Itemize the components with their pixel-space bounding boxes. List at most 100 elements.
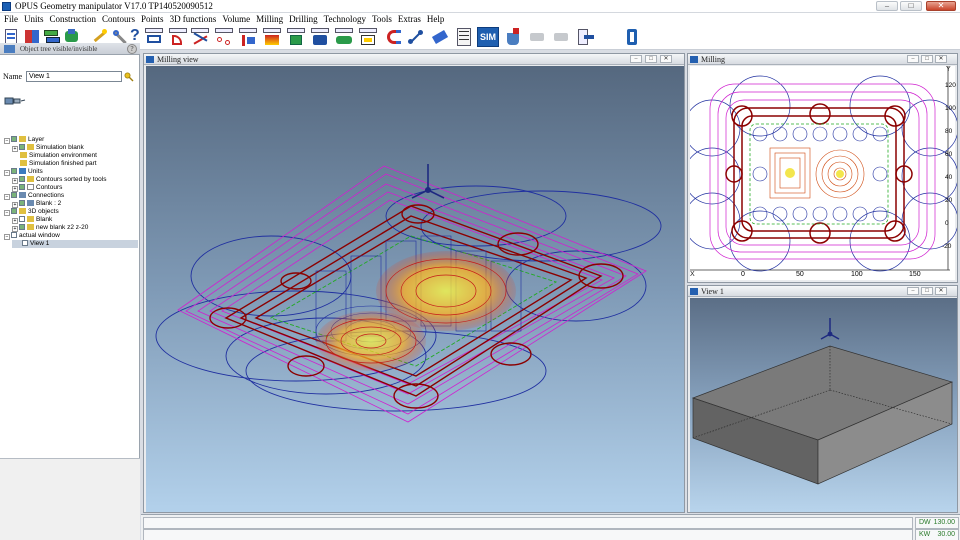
milling-view-window: Milling view – □ ✕	[143, 53, 685, 513]
tree-node-contours[interactable]: + Contours	[12, 184, 62, 192]
drilling-pattern-icon[interactable]	[358, 27, 378, 47]
status-kw-label: KW	[919, 531, 931, 538]
milling-view-maximize-button[interactable]: □	[645, 55, 657, 63]
object-tree: − Layer + Simulation blank Simulation envi…	[0, 136, 140, 506]
milling-view-titlebar: Milling view – □ ✕	[144, 54, 684, 65]
toolbar: ? SIM	[0, 25, 960, 50]
milling-view-minimize-button[interactable]: –	[630, 55, 642, 63]
milling-surface-icon[interactable]	[262, 27, 282, 47]
connect-points-icon[interactable]	[406, 27, 426, 47]
tree-node-simulation-environment[interactable]: Simulation environment	[20, 152, 97, 160]
menu-technology[interactable]: Technology	[321, 13, 369, 25]
status-dw-value: 130.00	[933, 519, 955, 526]
milling-2d-title: Milling	[701, 55, 726, 64]
view-1-minimize-button[interactable]: –	[907, 287, 919, 295]
undo-icon[interactable]	[527, 27, 547, 47]
milling-view-title: Milling view	[157, 55, 199, 64]
milling-pocket-icon[interactable]	[144, 27, 164, 47]
view-camera-icon[interactable]	[4, 96, 26, 106]
menu-file[interactable]: File	[0, 13, 21, 25]
tree-node-actual-window[interactable]: − actual window	[4, 232, 60, 240]
menu-contours[interactable]: Contours	[99, 13, 138, 25]
milling-2d-minimize-button[interactable]: –	[907, 55, 919, 63]
tree-node-simulation-finished-part[interactable]: Simulation finished part	[20, 160, 97, 168]
tree-node-connections[interactable]: − Connections	[4, 192, 64, 200]
milling-2d-canvas[interactable]: Y X 0 50 100 150 120 100 80 60 40 20 0 -…	[683, 66, 959, 280]
y-tick-80: 80	[945, 128, 953, 135]
magnet-icon[interactable]	[384, 27, 404, 47]
menu-points[interactable]: Points	[138, 13, 167, 25]
tree-node-layer[interactable]: − Layer	[4, 136, 44, 144]
menu-milling[interactable]: Milling	[253, 13, 286, 25]
milling-contour-icon[interactable]	[168, 27, 188, 47]
y-axis-label: Y	[946, 66, 951, 73]
tree-node-simulation-blank[interactable]: + Simulation blank	[12, 144, 84, 152]
title-bar: OPUS Geometry manipulator V17.0 TP140520…	[0, 0, 960, 13]
x-tick-0: 0	[741, 271, 745, 278]
tree-node-contours-sorted[interactable]: + Contours sorted by tools	[12, 176, 106, 184]
bucket-icon[interactable]	[503, 27, 523, 47]
menu-tools[interactable]: Tools	[369, 13, 395, 25]
view-1-close-button[interactable]: ✕	[935, 287, 947, 295]
name-row: Name	[0, 70, 140, 84]
milling-view-close-button[interactable]: ✕	[660, 55, 672, 63]
close-button[interactable]: ✕	[926, 1, 956, 11]
minimize-button[interactable]: –	[876, 1, 898, 11]
milling-3d-icon[interactable]	[238, 27, 258, 47]
redo-icon[interactable]	[551, 27, 571, 47]
tree-node-view-1[interactable]: View 1	[12, 240, 138, 248]
tree-node-blank-2[interactable]: + Blank : 2	[12, 200, 61, 208]
y-tick-60: 60	[945, 151, 953, 158]
y-tick-120: 120	[945, 82, 956, 89]
view-icon	[690, 288, 698, 295]
menu-construction[interactable]: Construction	[47, 13, 100, 25]
view-1-titlebar: View 1 – □ ✕	[688, 286, 957, 297]
status-kw-value: 30.00	[937, 531, 955, 538]
app-icon	[2, 2, 11, 11]
status-dw: DW 130.00	[915, 517, 959, 529]
y-tick-20: 20	[945, 197, 953, 204]
menu-extras[interactable]: Extras	[395, 13, 424, 25]
menu-bar: File Units Construction Contours Points 3D fu…	[0, 13, 960, 25]
object-tree-header-label: Object tree visible/invisible	[20, 45, 98, 53]
exit-icon[interactable]	[622, 27, 642, 47]
milling-rough-icon[interactable]	[286, 27, 306, 47]
object-tree-header[interactable]: Object tree visible/invisible ?	[0, 43, 140, 55]
tree-node-new-blank[interactable]: + new blank z2 z-20	[12, 224, 88, 232]
milling-2d-maximize-button[interactable]: □	[921, 55, 933, 63]
milling-2d-close-button[interactable]: ✕	[935, 55, 947, 63]
export-icon[interactable]	[575, 27, 595, 47]
info-icon[interactable]: ?	[127, 44, 137, 54]
menu-drilling[interactable]: Drilling	[286, 13, 321, 25]
status-field-main	[143, 517, 913, 529]
y-tick-minus-20: -20	[942, 243, 952, 250]
menu-help[interactable]: Help	[424, 13, 448, 25]
milling-finish-icon[interactable]	[310, 27, 330, 47]
milling-2d-plot	[683, 66, 959, 272]
maximize-button[interactable]: □	[900, 1, 922, 11]
milling-points-icon[interactable]	[214, 27, 234, 47]
menu-units[interactable]: Units	[21, 13, 47, 25]
view-1-canvas[interactable]	[690, 298, 957, 512]
name-input[interactable]	[26, 71, 122, 82]
tree-node-blank[interactable]: + Blank	[12, 216, 52, 224]
view-1-maximize-button[interactable]: □	[921, 287, 933, 295]
tree-panel-footer	[0, 458, 140, 540]
milling-helix-icon[interactable]	[190, 27, 210, 47]
menu-3d-functions[interactable]: 3D functions	[167, 13, 220, 25]
status-kw: KW 30.00	[915, 529, 959, 540]
menu-volume[interactable]: Volume	[219, 13, 253, 25]
nc-code-icon[interactable]	[454, 27, 474, 47]
tree-node-units[interactable]: − Units	[4, 168, 43, 176]
y-tick-40: 40	[945, 174, 953, 181]
view-icon	[690, 56, 698, 63]
simulation-button[interactable]: SIM	[477, 27, 499, 47]
app-window: OPUS Geometry manipulator V17.0 TP140520…	[0, 0, 960, 540]
milling-view-canvas[interactable]	[146, 66, 684, 512]
tree-node-3d-objects[interactable]: −3D objects	[4, 208, 59, 216]
key-icon[interactable]	[124, 72, 134, 82]
y-tick-100: 100	[945, 105, 956, 112]
eraser-icon[interactable]	[430, 27, 450, 47]
drilling-icon[interactable]	[334, 27, 354, 47]
x-tick-100: 100	[851, 271, 863, 278]
